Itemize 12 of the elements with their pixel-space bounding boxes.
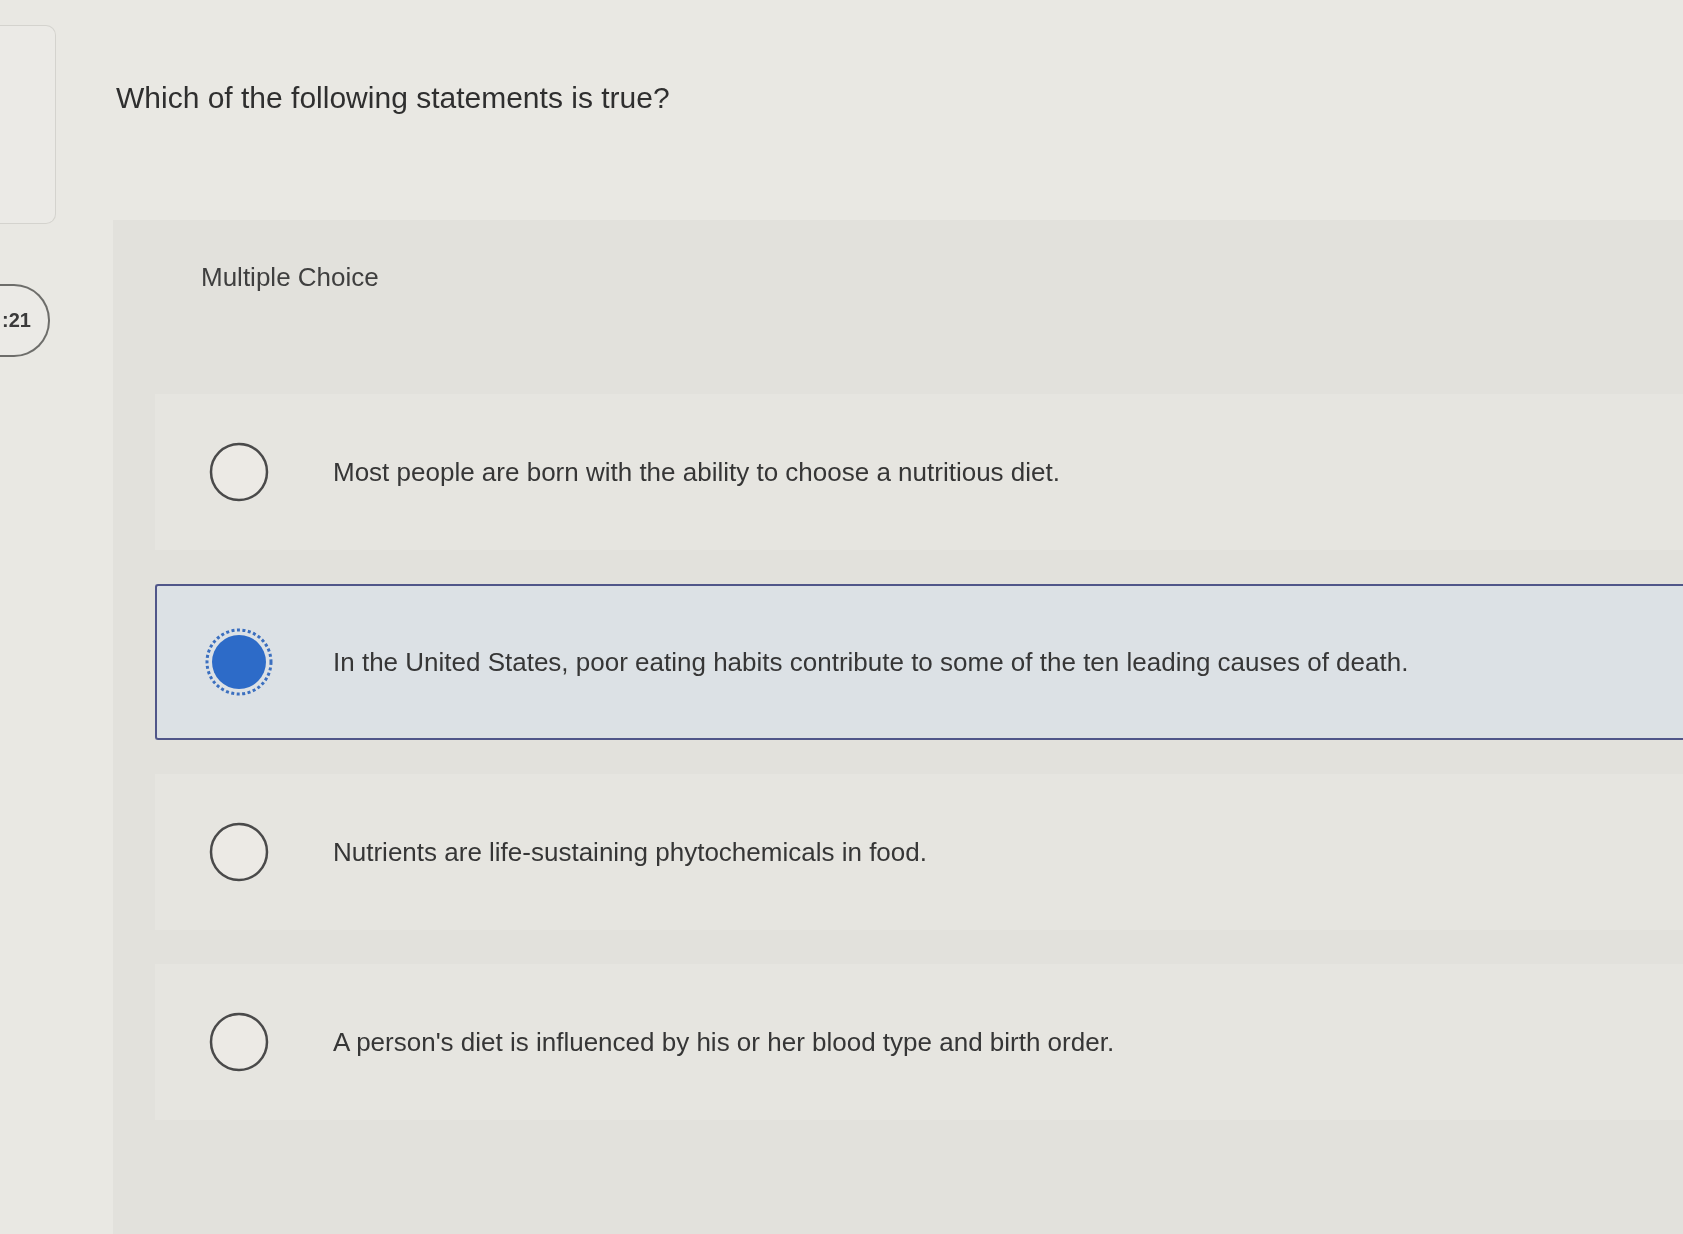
answer-option[interactable]: Most people are born with the ability to choose a nutritious diet.	[155, 394, 1683, 550]
question-text: Which of the following statements is true?	[116, 80, 671, 116]
answer-option[interactable]: In the United States, poor eating habits contribute to some of the ten leading causes of death.	[155, 584, 1683, 740]
option-text: A person's diet is influenced by his or her blood type and birth order.	[333, 1026, 1115, 1059]
radio-button[interactable]	[205, 628, 273, 696]
panel-title: Multiple Choice	[201, 261, 379, 294]
timer-badge: :21	[0, 284, 50, 357]
option-text: Most people are born with the ability to choose a nutritious diet.	[333, 456, 1060, 489]
answer-option[interactable]: A person's diet is influenced by his or her blood type and birth order.	[155, 964, 1683, 1120]
answer-option[interactable]: Nutrients are life-sustaining phytochemicals in food.	[155, 774, 1683, 930]
option-text: In the United States, poor eating habits contribute to some of the ten leading causes of death.	[333, 646, 1409, 679]
option-text: Nutrients are life-sustaining phytochemicals in food.	[333, 836, 927, 869]
